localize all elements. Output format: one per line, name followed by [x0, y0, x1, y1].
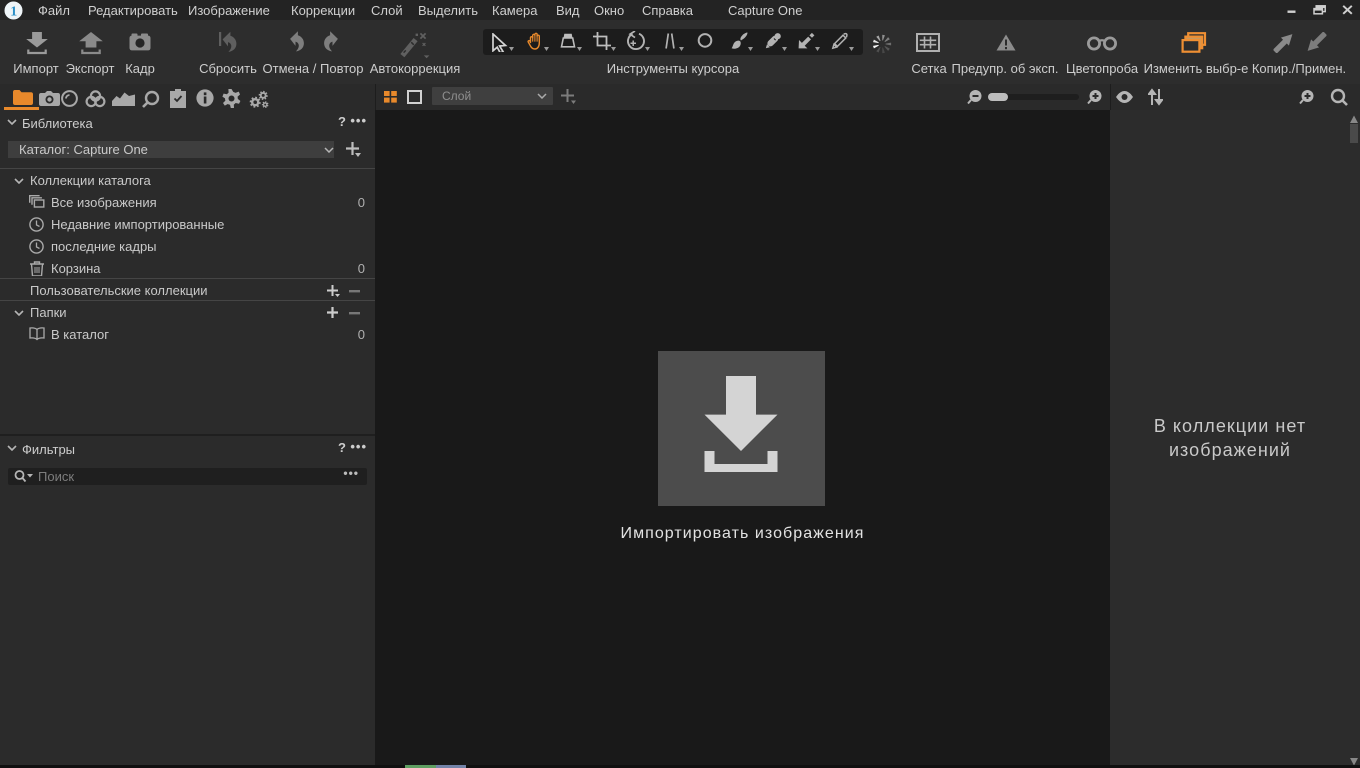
svg-text:1: 1	[10, 5, 17, 20]
